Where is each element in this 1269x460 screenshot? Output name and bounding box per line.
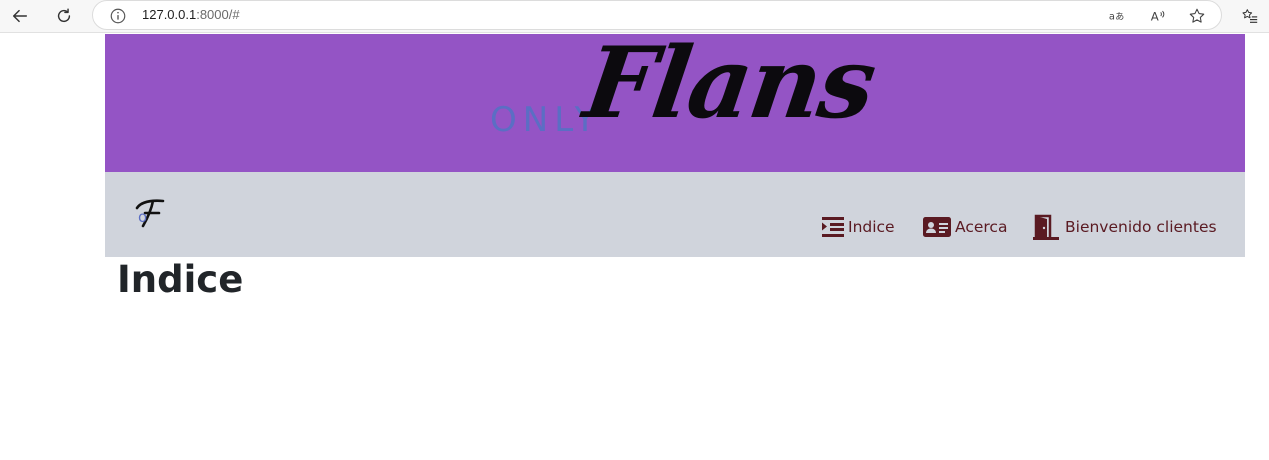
url-text[interactable]: 127.0.0.1:8000/# — [142, 7, 240, 22]
hero-banner: ONLY Flans — [105, 26, 1245, 172]
indent-list-icon — [822, 216, 844, 238]
logo-flans-text: Flans — [577, 26, 881, 141]
favorites-button[interactable] — [1236, 3, 1264, 29]
nav-bienvenido-clientes[interactable]: Bienvenido clientes — [1033, 214, 1217, 240]
back-button[interactable] — [6, 3, 34, 29]
svg-text:A: A — [1151, 10, 1159, 24]
id-card-icon — [923, 216, 951, 238]
nav-indice[interactable]: Indice — [822, 214, 895, 240]
translate-icon: aあ — [1109, 12, 1124, 23]
nav-indice-label: Indice — [848, 218, 895, 236]
info-icon[interactable] — [109, 7, 127, 25]
star-icon — [1189, 8, 1205, 23]
door-open-icon — [1033, 214, 1061, 240]
arrow-left-icon — [12, 9, 28, 23]
favorites-list-icon — [1242, 9, 1258, 23]
read-aloud-button[interactable]: A — [1148, 6, 1168, 26]
nav-acerca[interactable]: Acerca — [923, 214, 1007, 240]
translate-button[interactable]: aあ — [1107, 6, 1127, 26]
reload-icon — [57, 8, 71, 23]
nav-bienvenido-label: Bienvenido clientes — [1065, 218, 1217, 236]
site-logo: ONLY Flans — [490, 26, 881, 160]
nav-acerca-label: Acerca — [955, 218, 1008, 236]
url-path: :8000/# — [196, 7, 240, 22]
svg-text:あ: あ — [1115, 12, 1124, 23]
main-navbar: o Indice Acerca Bienvenido clientes — [105, 172, 1245, 257]
read-aloud-icon: A — [1151, 10, 1165, 24]
brand-logo[interactable]: o — [131, 194, 177, 234]
page-title: Indice — [117, 258, 244, 301]
svg-text:a: a — [1109, 12, 1115, 23]
url-host: 127.0.0.1 — [142, 7, 197, 22]
reload-button[interactable] — [50, 3, 78, 29]
brand-letter: o — [138, 208, 148, 226]
favorite-button[interactable] — [1187, 6, 1207, 26]
